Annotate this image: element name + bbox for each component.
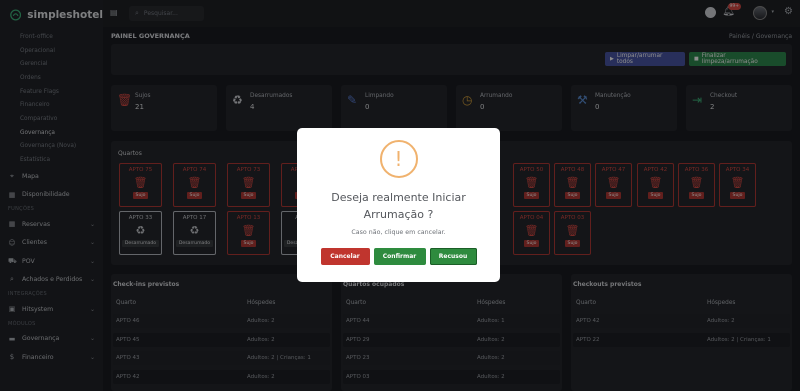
confirm-button[interactable]: Confirmar xyxy=(373,248,426,265)
cancel-button[interactable]: Cancelar xyxy=(320,248,370,265)
confirm-modal: ! Deseja realmente Iniciar Arrumação ? C… xyxy=(297,128,500,282)
modal-buttons: Cancelar Confirmar Recusou xyxy=(320,248,477,265)
modal-text: Caso não, clique em cancelar. xyxy=(351,229,446,236)
modal-title: Deseja realmente Iniciar Arrumação ? xyxy=(331,191,466,221)
warning-icon: ! xyxy=(379,140,418,178)
refuse-button[interactable]: Recusou xyxy=(429,248,477,265)
